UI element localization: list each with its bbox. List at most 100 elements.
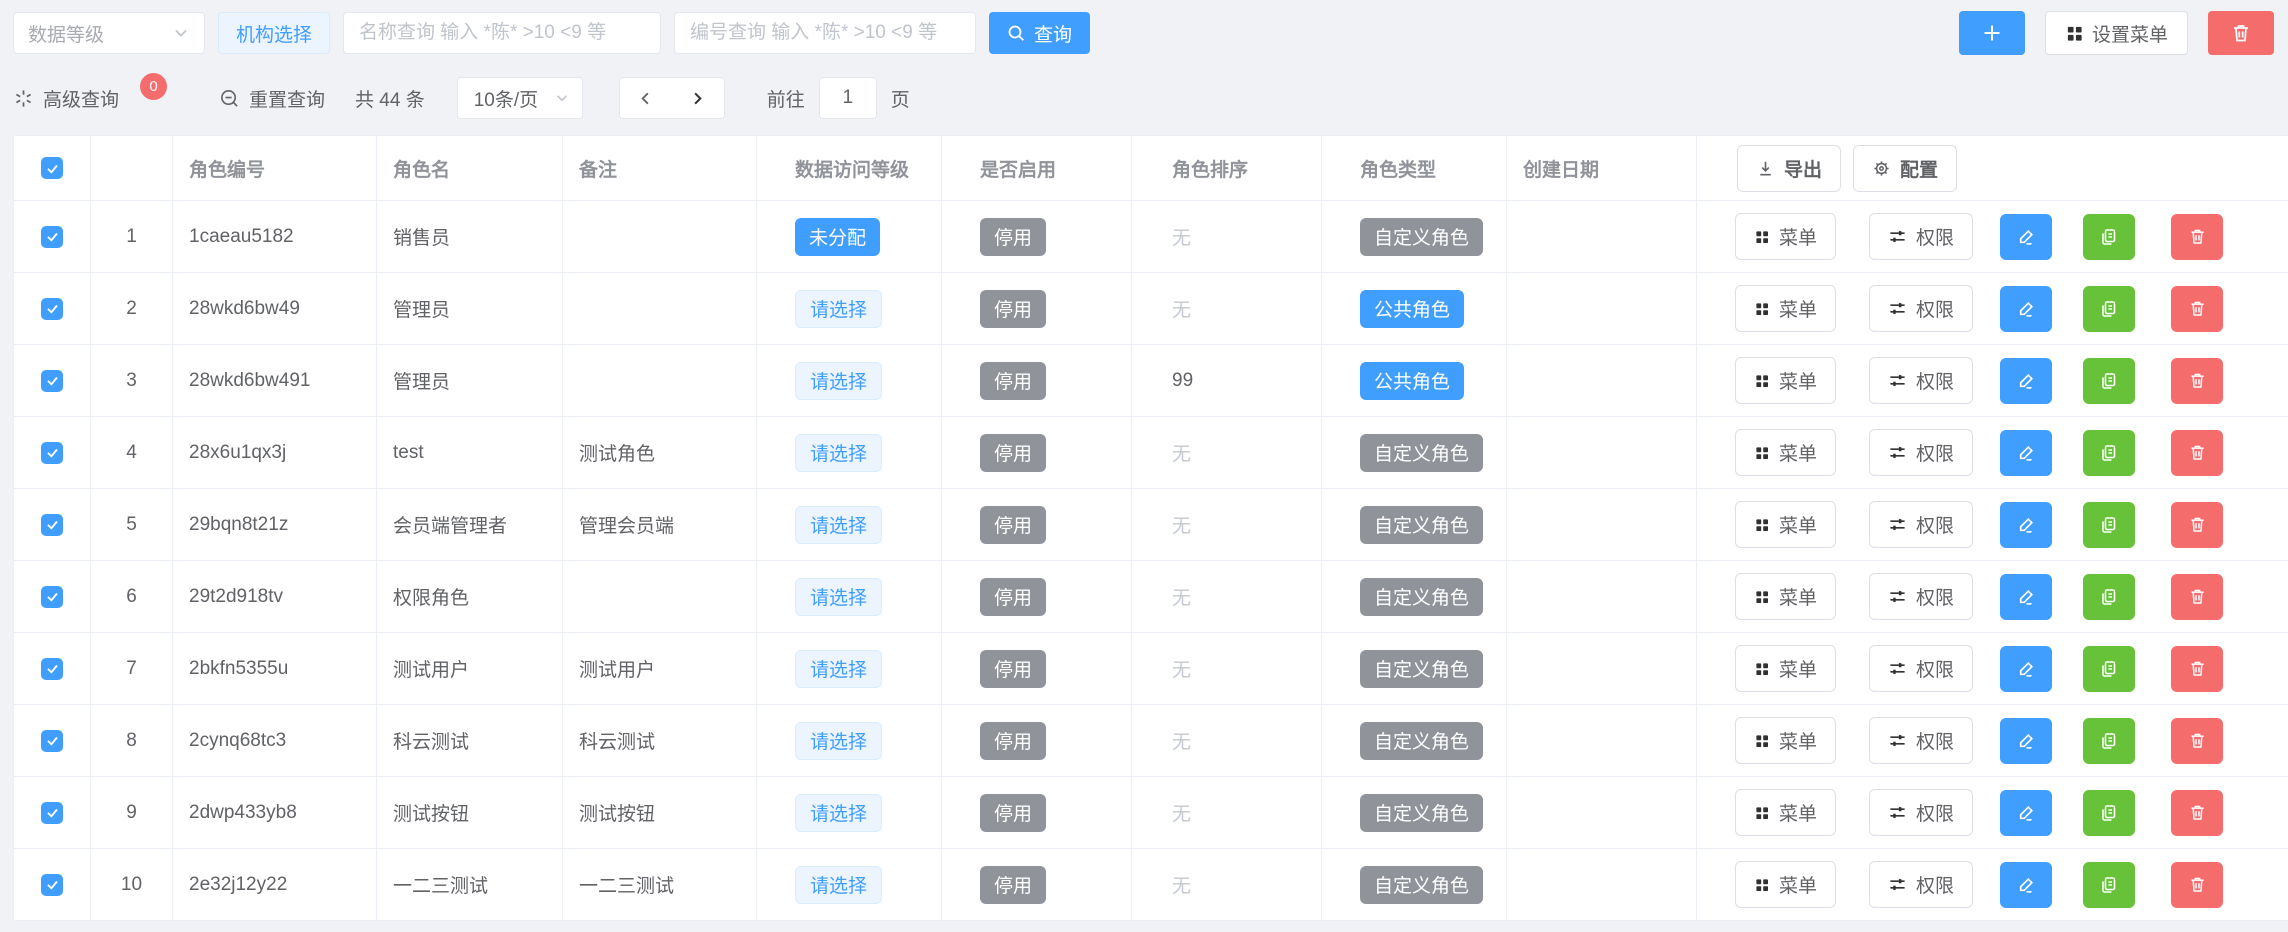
- row-checkbox[interactable]: [41, 370, 63, 392]
- row-delete-button[interactable]: [2171, 430, 2223, 476]
- access-level-tag[interactable]: 请选择: [795, 650, 882, 688]
- row-checkbox[interactable]: [41, 874, 63, 896]
- row-checkbox[interactable]: [41, 514, 63, 536]
- row-edit-button[interactable]: [2000, 286, 2052, 332]
- row-edit-button[interactable]: [2000, 862, 2052, 908]
- enabled-status-tag[interactable]: 停用: [980, 866, 1046, 904]
- access-level-tag[interactable]: 请选择: [795, 434, 882, 472]
- row-delete-button[interactable]: [2171, 646, 2223, 692]
- row-menu-button[interactable]: 菜单: [1735, 573, 1836, 620]
- row-menu-button[interactable]: 菜单: [1735, 861, 1836, 908]
- row-checkbox[interactable]: [41, 802, 63, 824]
- role-create-date: [1507, 633, 1697, 704]
- prev-page-button[interactable]: [620, 78, 672, 118]
- config-button[interactable]: 配置: [1853, 145, 1957, 192]
- row-checkbox[interactable]: [41, 730, 63, 752]
- enabled-status-tag[interactable]: 停用: [980, 578, 1046, 616]
- row-menu-button[interactable]: 菜单: [1735, 789, 1836, 836]
- row-menu-button[interactable]: 菜单: [1735, 357, 1836, 404]
- row-delete-button[interactable]: [2171, 358, 2223, 404]
- name-query-input[interactable]: [343, 12, 661, 54]
- enabled-status-tag[interactable]: 停用: [980, 722, 1046, 760]
- access-level-tag[interactable]: 请选择: [795, 722, 882, 760]
- row-delete-button[interactable]: [2171, 574, 2223, 620]
- access-level-tag[interactable]: 请选择: [795, 506, 882, 544]
- enabled-status-tag[interactable]: 停用: [980, 218, 1046, 256]
- goto-page-input[interactable]: [819, 77, 877, 119]
- code-query-input[interactable]: [674, 12, 976, 54]
- row-checkbox[interactable]: [41, 442, 63, 464]
- row-delete-button[interactable]: [2171, 790, 2223, 836]
- access-level-tag[interactable]: 请选择: [795, 362, 882, 400]
- row-edit-button[interactable]: [2000, 214, 2052, 260]
- row-edit-button[interactable]: [2000, 574, 2052, 620]
- row-cell-actions: 菜单 权限: [1697, 561, 2288, 632]
- row-edit-button[interactable]: [2000, 646, 2052, 692]
- select-all-checkbox[interactable]: [41, 157, 63, 179]
- settings-menu-button[interactable]: 设置菜单: [2045, 11, 2188, 55]
- row-copy-button[interactable]: [2083, 718, 2135, 764]
- row-menu-button[interactable]: 菜单: [1735, 501, 1836, 548]
- row-permission-button[interactable]: 权限: [1869, 717, 1973, 764]
- row-menu-button[interactable]: 菜单: [1735, 213, 1836, 260]
- enabled-status-tag[interactable]: 停用: [980, 362, 1046, 400]
- row-delete-button[interactable]: [2171, 718, 2223, 764]
- row-permission-button[interactable]: 权限: [1869, 861, 1973, 908]
- enabled-status-tag[interactable]: 停用: [980, 650, 1046, 688]
- row-permission-button[interactable]: 权限: [1869, 357, 1973, 404]
- row-copy-button[interactable]: [2083, 646, 2135, 692]
- access-level-tag[interactable]: 请选择: [795, 794, 882, 832]
- access-level-tag[interactable]: 请选择: [795, 866, 882, 904]
- search-button[interactable]: 查询: [989, 12, 1090, 54]
- row-checkbox[interactable]: [41, 658, 63, 680]
- row-checkbox[interactable]: [41, 298, 63, 320]
- access-level-tag[interactable]: 请选择: [795, 290, 882, 328]
- row-edit-button[interactable]: [2000, 718, 2052, 764]
- enabled-status-tag[interactable]: 停用: [980, 506, 1046, 544]
- row-permission-button[interactable]: 权限: [1869, 213, 1973, 260]
- row-copy-button[interactable]: [2083, 574, 2135, 620]
- enabled-status-tag[interactable]: 停用: [980, 434, 1046, 472]
- row-delete-button[interactable]: [2171, 502, 2223, 548]
- row-edit-button[interactable]: [2000, 502, 2052, 548]
- row-menu-button[interactable]: 菜单: [1735, 429, 1836, 476]
- row-menu-button[interactable]: 菜单: [1735, 285, 1836, 332]
- row-permission-button[interactable]: 权限: [1869, 285, 1973, 332]
- row-menu-button[interactable]: 菜单: [1735, 717, 1836, 764]
- reset-query-button[interactable]: 重置查询: [219, 85, 325, 112]
- access-level-tag[interactable]: 未分配: [795, 218, 880, 256]
- row-copy-button[interactable]: [2083, 286, 2135, 332]
- row-copy-button[interactable]: [2083, 214, 2135, 260]
- row-permission-button[interactable]: 权限: [1869, 429, 1973, 476]
- row-delete-button[interactable]: [2171, 286, 2223, 332]
- row-edit-button[interactable]: [2000, 358, 2052, 404]
- row-copy-button[interactable]: [2083, 790, 2135, 836]
- enabled-status-tag[interactable]: 停用: [980, 290, 1046, 328]
- page-size-select[interactable]: 10条/页: [457, 77, 583, 119]
- row-permission-button[interactable]: 权限: [1869, 789, 1973, 836]
- export-button[interactable]: 导出: [1737, 145, 1841, 192]
- row-copy-button[interactable]: [2083, 502, 2135, 548]
- row-copy-button[interactable]: [2083, 862, 2135, 908]
- row-edit-button[interactable]: [2000, 430, 2052, 476]
- advanced-query-button[interactable]: 高级查询 0: [13, 85, 167, 112]
- row-delete-button[interactable]: [2171, 214, 2223, 260]
- delete-selected-button[interactable]: [2208, 11, 2274, 55]
- row-checkbox[interactable]: [41, 586, 63, 608]
- access-level-tag[interactable]: 请选择: [795, 578, 882, 616]
- row-edit-button[interactable]: [2000, 790, 2052, 836]
- row-permission-button[interactable]: 权限: [1869, 501, 1973, 548]
- data-level-select[interactable]: 数据等级: [13, 12, 205, 54]
- row-permission-button[interactable]: 权限: [1869, 573, 1973, 620]
- row-copy-button[interactable]: [2083, 430, 2135, 476]
- row-permission-button[interactable]: 权限: [1869, 645, 1973, 692]
- row-copy-button[interactable]: [2083, 358, 2135, 404]
- row-delete-button[interactable]: [2171, 862, 2223, 908]
- row-menu-button[interactable]: 菜单: [1735, 645, 1836, 692]
- enabled-status-tag[interactable]: 停用: [980, 794, 1046, 832]
- next-page-button[interactable]: [672, 78, 724, 118]
- trash-icon: [2188, 587, 2207, 606]
- row-checkbox[interactable]: [41, 226, 63, 248]
- org-select-button[interactable]: 机构选择: [218, 12, 330, 54]
- add-button[interactable]: [1959, 11, 2025, 55]
